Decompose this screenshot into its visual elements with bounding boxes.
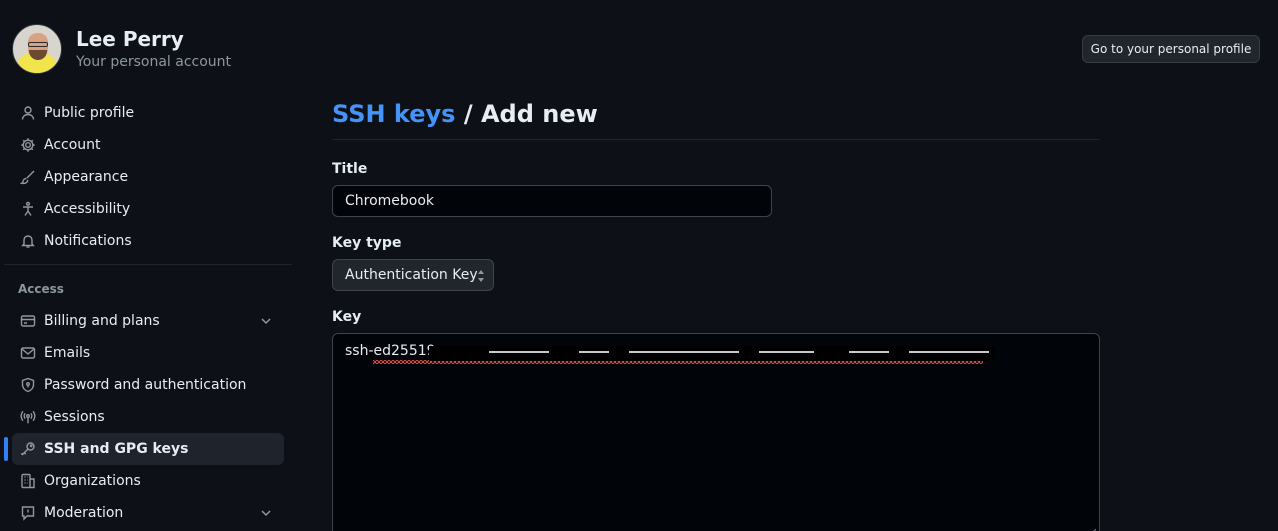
key-type-value: Authentication Key bbox=[345, 267, 478, 283]
title-label: Title bbox=[332, 161, 368, 177]
sidebar-item-label: Moderation bbox=[44, 505, 124, 521]
sidebar-item-label: Password and authentication bbox=[44, 377, 247, 393]
page-title-text: Add new bbox=[480, 100, 598, 128]
broadcast-icon bbox=[20, 409, 36, 425]
key-type-label: Key type bbox=[332, 235, 402, 251]
sidebar-divider bbox=[4, 264, 292, 265]
key-type-select[interactable]: Authentication Key bbox=[332, 259, 494, 291]
sidebar-item-label: Appearance bbox=[44, 169, 129, 185]
title-input[interactable] bbox=[332, 185, 772, 217]
paintbrush-icon bbox=[20, 169, 36, 185]
sidebar-item-label: Accessibility bbox=[44, 201, 131, 217]
report-icon bbox=[20, 505, 36, 521]
gear-icon bbox=[20, 137, 36, 153]
sidebar-item-sessions[interactable]: Sessions bbox=[12, 401, 284, 433]
accessibility-icon bbox=[20, 201, 36, 217]
bell-icon bbox=[20, 233, 36, 249]
chevron-down-icon[interactable] bbox=[258, 505, 274, 521]
key-icon bbox=[20, 441, 36, 457]
breadcrumb-separator: / bbox=[455, 100, 481, 128]
user-name: Lee Perry bbox=[76, 27, 184, 51]
person-icon bbox=[20, 105, 36, 121]
breadcrumb-ssh-keys-link[interactable]: SSH keys bbox=[332, 100, 455, 128]
account-header: Lee Perry Your personal account bbox=[12, 24, 231, 74]
sidebar-item-moderation[interactable]: Moderation bbox=[12, 497, 284, 529]
chevron-down-icon[interactable] bbox=[258, 313, 274, 329]
sidebar-item-label: Organizations bbox=[44, 473, 141, 489]
key-label: Key bbox=[332, 309, 362, 325]
key-textarea[interactable]: ssh-ed25519 bbox=[332, 333, 1100, 531]
avatar[interactable] bbox=[12, 24, 62, 74]
page-title: SSH keys / Add new bbox=[332, 96, 1100, 140]
sidebar-item-label: Billing and plans bbox=[44, 313, 160, 329]
credit-card-icon bbox=[20, 313, 36, 329]
sidebar-item-password-authentication[interactable]: Password and authentication bbox=[12, 369, 284, 401]
sidebar-item-billing[interactable]: Billing and plans bbox=[12, 305, 284, 337]
add-ssh-key-form: SSH keys / Add new Title Key type Authen… bbox=[332, 96, 1100, 531]
sidebar-item-label: Notifications bbox=[44, 233, 132, 249]
sidebar-item-ssh-gpg-keys[interactable]: SSH and GPG keys bbox=[4, 433, 284, 465]
sidebar-item-notifications[interactable]: Notifications bbox=[12, 225, 284, 257]
sidebar-item-account[interactable]: Account bbox=[12, 129, 284, 161]
organization-icon bbox=[20, 473, 36, 489]
sidebar-item-label: Emails bbox=[44, 345, 91, 361]
sidebar-item-label: SSH and GPG keys bbox=[44, 441, 189, 457]
sidebar-heading-access: Access bbox=[18, 282, 64, 296]
sidebar-item-emails[interactable]: Emails bbox=[12, 337, 284, 369]
sidebar-item-label: Account bbox=[44, 137, 101, 153]
go-to-profile-button[interactable]: Go to your personal profile bbox=[1082, 35, 1260, 63]
sidebar-item-label: Sessions bbox=[44, 409, 105, 425]
account-subtitle: Your personal account bbox=[76, 54, 232, 70]
shield-lock-icon bbox=[20, 377, 36, 393]
sidebar-item-public-profile[interactable]: Public profile bbox=[12, 97, 284, 129]
settings-page: Lee Perry Your personal account Go to yo… bbox=[0, 0, 1278, 531]
mail-icon bbox=[20, 345, 36, 361]
settings-sidebar: Public profile Account Appearance Access… bbox=[0, 97, 292, 529]
sidebar-item-organizations[interactable]: Organizations bbox=[12, 465, 284, 497]
redacted-key-block bbox=[429, 346, 995, 361]
select-arrows-icon bbox=[478, 270, 484, 282]
sidebar-item-accessibility[interactable]: Accessibility bbox=[12, 193, 284, 225]
sidebar-item-label: Public profile bbox=[44, 105, 135, 121]
key-text: ssh-ed25519 bbox=[345, 343, 436, 359]
sidebar-item-appearance[interactable]: Appearance bbox=[12, 161, 284, 193]
